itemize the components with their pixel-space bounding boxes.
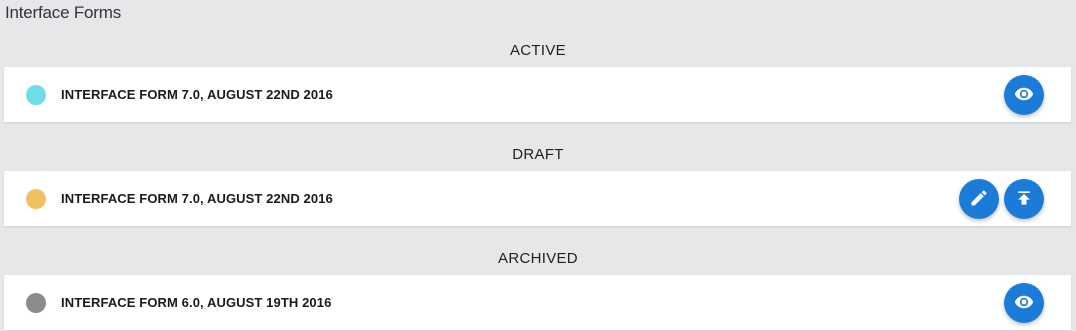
- form-row-draft: INTERFACE FORM 7.0, AUGUST 22ND 2016: [4, 171, 1071, 226]
- row-actions: [959, 179, 1044, 219]
- section-draft: DRAFT: [0, 145, 1076, 165]
- eye-icon: [1014, 84, 1034, 107]
- view-button[interactable]: [1004, 283, 1044, 323]
- section-active: ACTIVE: [0, 41, 1076, 61]
- section-heading-archived: ARCHIVED: [498, 250, 578, 267]
- interface-forms-page: Interface Forms ACTIVE INTERFACE FORM 7.…: [0, 0, 1076, 331]
- section-heading-active: ACTIVE: [510, 42, 566, 59]
- edit-button[interactable]: [959, 179, 999, 219]
- status-dot-active: [26, 85, 46, 105]
- pencil-icon: [969, 188, 989, 211]
- page-title: Interface Forms: [5, 3, 122, 22]
- publish-button[interactable]: [1004, 179, 1044, 219]
- form-name: INTERFACE FORM 6.0, AUGUST 19TH 2016: [61, 295, 332, 310]
- eye-icon: [1014, 292, 1034, 315]
- section-heading-draft: DRAFT: [512, 146, 564, 163]
- status-dot-draft: [26, 189, 46, 209]
- view-button[interactable]: [1004, 75, 1044, 115]
- form-row-archived: INTERFACE FORM 6.0, AUGUST 19TH 2016: [4, 275, 1071, 330]
- form-name: INTERFACE FORM 7.0, AUGUST 22ND 2016: [61, 191, 333, 206]
- status-dot-archived: [26, 293, 46, 313]
- section-archived: ARCHIVED: [0, 249, 1076, 269]
- publish-icon: [1014, 188, 1034, 211]
- row-actions: [1004, 75, 1044, 115]
- form-name: INTERFACE FORM 7.0, AUGUST 22ND 2016: [61, 87, 333, 102]
- row-actions: [1004, 283, 1044, 323]
- form-row-active: INTERFACE FORM 7.0, AUGUST 22ND 2016: [4, 67, 1071, 122]
